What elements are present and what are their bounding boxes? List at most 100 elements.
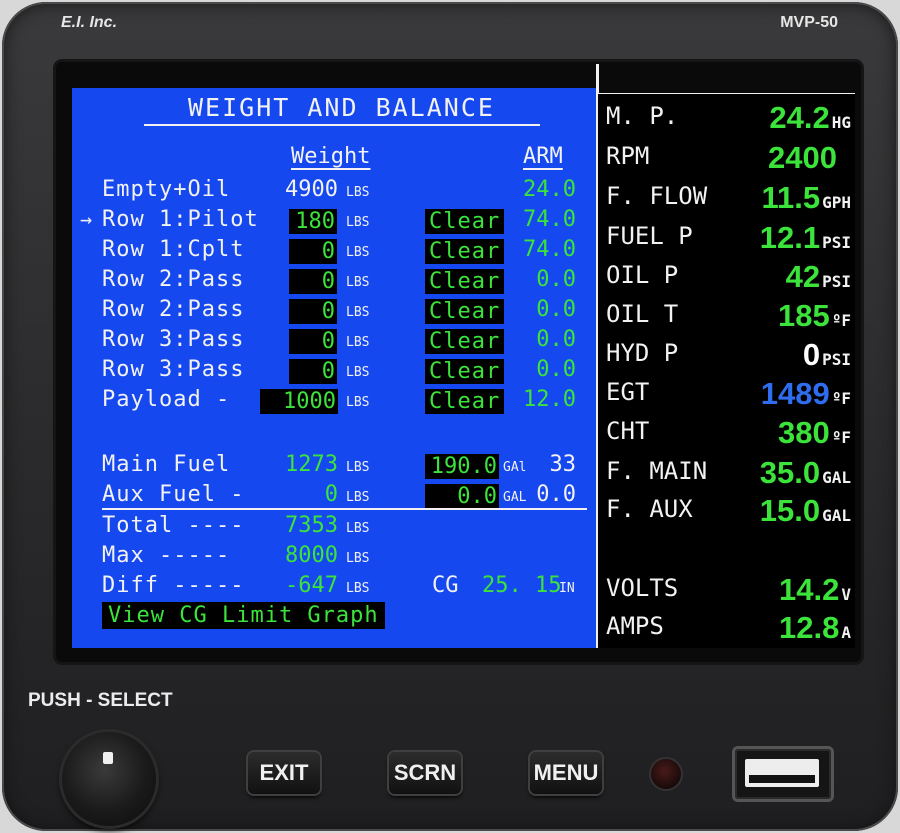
row-label: Row 2:Pass <box>102 297 245 322</box>
arm-value: 74.0 <box>523 237 576 262</box>
engine-row: F. AUX 15.0 GAL <box>606 493 851 529</box>
weight-input[interactable]: 0 <box>289 299 337 324</box>
engine-row: AMPS 12.8 A <box>606 610 851 646</box>
clear-button[interactable]: Clear <box>425 269 505 294</box>
engine-value: 1489 <box>760 376 830 411</box>
engine-unit: ºF <box>831 311 851 330</box>
clear-button[interactable]: Clear <box>425 239 505 264</box>
lbs-unit: LBS <box>346 395 370 410</box>
engine-unit: V <box>841 585 851 604</box>
lbs-unit: LBS <box>346 335 370 350</box>
lbs-unit: LBS <box>346 581 370 596</box>
clear-button[interactable]: Clear <box>425 299 505 324</box>
usb-port[interactable] <box>735 749 831 799</box>
engine-row: F. MAIN 35.0 GAL <box>606 455 851 491</box>
engine-value-group: 11.5 GPH <box>761 180 851 216</box>
total-label: Total ---- <box>102 513 245 538</box>
scrn-button[interactable]: SCRN <box>389 752 461 794</box>
fuel-label: Aux Fuel - <box>102 482 245 507</box>
menu-button[interactable]: MENU <box>530 752 602 794</box>
engine-row: CHT 380 ºF <box>606 415 851 451</box>
engine-row: OIL P 42 PSI <box>606 259 851 295</box>
engine-value-group: 185 ºF <box>778 298 851 334</box>
weight-column-header: Weight <box>291 144 371 169</box>
row-label: Row 2:Pass <box>102 267 245 292</box>
brand-label: E.I. Inc. <box>61 14 118 31</box>
engine-value: 12.1 <box>759 220 821 255</box>
engine-value-group: 12.8 A <box>779 610 851 646</box>
engine-value-group: 35.0 GAL <box>760 455 851 491</box>
engine-value-group: 1489 ºF <box>761 376 851 412</box>
clear-button[interactable]: Clear <box>425 389 505 414</box>
row-label: Row 3:Pass <box>102 327 245 352</box>
engine-label: F. AUX <box>606 495 693 523</box>
clear-button[interactable]: Clear <box>425 359 505 384</box>
engine-row: F. FLOW 11.5 GPH <box>606 180 851 216</box>
weight-input[interactable]: 0 <box>289 239 337 264</box>
arm-value: 0.0 <box>536 267 576 292</box>
weight-input[interactable]: 0 <box>289 359 337 384</box>
fuel-gallons-input[interactable]: 0.0 <box>425 484 499 509</box>
engine-value: 0 <box>802 337 821 372</box>
fuel-label: Main Fuel <box>102 452 231 477</box>
engine-row: OIL T 185 ºF <box>606 298 851 334</box>
engine-row: EGT 1489 ºF <box>606 376 851 412</box>
fuel-gallons-input[interactable]: 190.0 <box>425 454 499 479</box>
select-knob[interactable] <box>62 732 156 826</box>
total-value: 7353 <box>285 513 338 538</box>
model-label: MVP-50 <box>780 14 838 31</box>
gal-unit: GAL <box>503 490 527 505</box>
exit-button[interactable]: EXIT <box>248 752 320 794</box>
arm-value: 0.0 <box>536 297 576 322</box>
arm-value: 0.0 <box>536 357 576 382</box>
engine-label: F. FLOW <box>606 182 708 210</box>
engine-label: F. MAIN <box>606 457 708 485</box>
engine-unit: A <box>841 623 851 642</box>
engine-label: AMPS <box>606 612 664 640</box>
weight-value: 4900 <box>285 177 338 202</box>
engine-value: 11.5 <box>761 180 821 215</box>
engine-value-group: 15.0 GAL <box>760 493 851 529</box>
cg-label: CG <box>432 573 459 598</box>
knob-indicator <box>103 752 113 764</box>
weight-input[interactable]: 0 <box>289 269 337 294</box>
arm-value: 12.0 <box>523 387 576 412</box>
engine-label: OIL P <box>606 261 679 289</box>
engine-value-group: 14.2 V <box>779 572 851 608</box>
weight-input[interactable]: 180 <box>289 209 337 234</box>
arm-value: 74.0 <box>523 207 576 232</box>
engine-value-group: 12.1 PSI <box>760 220 851 256</box>
engine-label: CHT <box>606 417 650 445</box>
lbs-unit: LBS <box>346 365 370 380</box>
engine-row: FUEL P 12.1 PSI <box>606 220 851 256</box>
clear-button[interactable]: Clear <box>425 209 505 234</box>
engine-value: 2400 <box>768 140 837 175</box>
engine-value-group: 2400 <box>768 140 837 176</box>
engine-row: M. P. 24.2 HG <box>606 100 851 136</box>
weight-input[interactable]: 0 <box>289 329 337 354</box>
weight-input[interactable]: 1000 <box>260 389 338 414</box>
engine-label: M. P. <box>606 102 679 130</box>
engine-value: 185 <box>778 298 830 333</box>
usb-slot <box>745 759 819 787</box>
cg-value: 25. 15 <box>482 573 562 598</box>
engine-unit: GPH <box>822 193 851 212</box>
engine-unit: PSI <box>822 233 851 252</box>
total-value: -647 <box>285 573 338 598</box>
engine-row: RPM 2400 <box>606 140 851 176</box>
engine-row: HYD P 0 PSI <box>606 337 851 373</box>
engine-label: HYD P <box>606 339 679 367</box>
usb-connector <box>749 775 815 783</box>
arm-value: 0.0 <box>536 327 576 352</box>
total-label: Diff ----- <box>102 573 245 598</box>
view-cg-limit-graph-button[interactable]: View CG Limit Graph <box>102 602 385 629</box>
weight-balance-panel: WEIGHT AND BALANCE Weight ARM Empty+Oil 4… <box>72 88 596 648</box>
engine-value: 24.2 <box>769 100 830 135</box>
clear-button[interactable]: Clear <box>425 329 505 354</box>
engine-unit: HG <box>831 113 851 132</box>
lbs-unit: LBS <box>346 490 370 505</box>
total-value: 8000 <box>285 543 338 568</box>
fuel-weight: 1273 <box>285 452 338 477</box>
engine-value: 12.8 <box>779 610 840 645</box>
push-select-label: PUSH - SELECT <box>28 690 173 711</box>
